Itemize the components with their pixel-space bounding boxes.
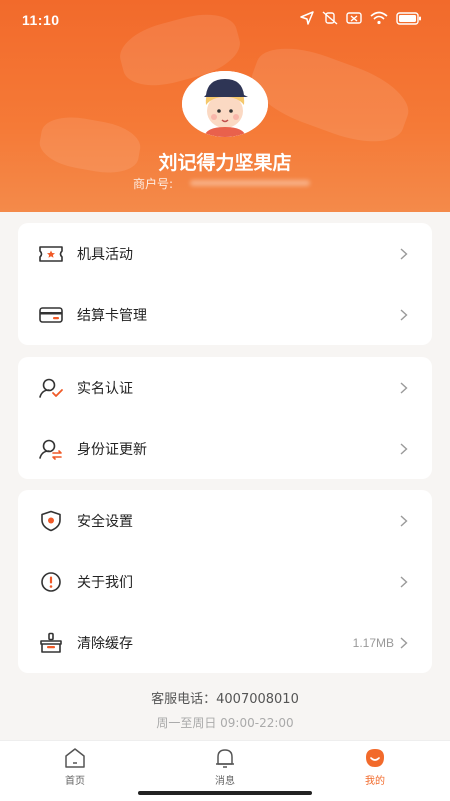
chevron-right-icon bbox=[400, 636, 408, 649]
broom-icon bbox=[38, 632, 64, 654]
avatar[interactable] bbox=[182, 71, 268, 137]
menu-card-settings: 安全设置 关于我们 清除缓存 1.17MB bbox=[18, 490, 432, 673]
menu-item-about-us[interactable]: 关于我们 bbox=[18, 551, 432, 612]
card-icon bbox=[38, 304, 64, 326]
location-icon bbox=[300, 11, 314, 25]
home-indicator[interactable] bbox=[138, 791, 312, 795]
user-update-icon bbox=[38, 438, 64, 460]
info-icon bbox=[38, 571, 64, 593]
menu-card-identity: 实名认证 身份证更新 bbox=[18, 357, 432, 479]
merchant-id-redacted bbox=[190, 180, 310, 186]
tab-label: 我的 bbox=[365, 776, 385, 787]
menu-item-clear-cache[interactable]: 清除缓存 1.17MB bbox=[18, 612, 432, 673]
header-decoration bbox=[242, 34, 418, 156]
menu-card-device: 机具活动 结算卡管理 bbox=[18, 223, 432, 345]
cache-size: 1.17MB bbox=[352, 635, 394, 650]
status-icons bbox=[300, 11, 422, 25]
menu-item-label: 身份证更新 bbox=[77, 441, 147, 458]
chevron-right-icon bbox=[400, 308, 408, 321]
mute-icon bbox=[322, 11, 338, 25]
tab-label: 消息 bbox=[215, 776, 235, 787]
battery-icon bbox=[396, 11, 421, 25]
menu-item-label: 结算卡管理 bbox=[77, 307, 147, 324]
menu-item-real-name-verification[interactable]: 实名认证 bbox=[18, 357, 432, 418]
home-icon bbox=[65, 748, 85, 768]
chevron-right-icon bbox=[400, 442, 408, 455]
user-verify-icon bbox=[38, 377, 64, 399]
sim-off-icon bbox=[346, 12, 362, 24]
tab-label: 首页 bbox=[65, 776, 85, 787]
menu-item-label: 实名认证 bbox=[77, 380, 133, 397]
chevron-right-icon bbox=[400, 381, 408, 394]
ticket-icon bbox=[38, 243, 64, 265]
menu-item-settlement-card[interactable]: 结算卡管理 bbox=[18, 284, 432, 345]
tab-messages[interactable]: 消息 bbox=[185, 747, 265, 787]
menu-item-device-activity[interactable]: 机具活动 bbox=[18, 223, 432, 284]
chevron-right-icon bbox=[400, 575, 408, 588]
me-icon bbox=[366, 749, 384, 767]
wifi-icon bbox=[370, 11, 388, 25]
menu-item-label: 清除缓存 bbox=[77, 635, 133, 652]
chevron-right-icon bbox=[400, 247, 408, 260]
menu-item-id-card-update[interactable]: 身份证更新 bbox=[18, 418, 432, 479]
merchant-name: 刘记得力坚果店 bbox=[158, 152, 292, 174]
menu-item-security-settings[interactable]: 安全设置 bbox=[18, 490, 432, 551]
customer-service-hours: 周一至周日 09:00-22:00 bbox=[156, 716, 294, 730]
merchant-id-label: 商户号: bbox=[133, 177, 174, 191]
bell-icon bbox=[216, 749, 234, 768]
avatar-illustration bbox=[182, 71, 268, 137]
menu-item-label: 机具活动 bbox=[77, 246, 133, 263]
chevron-right-icon bbox=[400, 514, 408, 527]
menu-item-label: 安全设置 bbox=[77, 513, 133, 530]
menu-item-label: 关于我们 bbox=[77, 574, 133, 591]
tab-home[interactable]: 首页 bbox=[35, 747, 115, 787]
status-time: 11:10 bbox=[22, 12, 60, 28]
shield-icon bbox=[38, 510, 64, 532]
customer-service-phone[interactable]: 客服电话：4007008010 bbox=[0, 688, 450, 707]
tab-me[interactable]: 我的 bbox=[335, 747, 415, 787]
status-bar: 11:10 bbox=[0, 0, 450, 40]
